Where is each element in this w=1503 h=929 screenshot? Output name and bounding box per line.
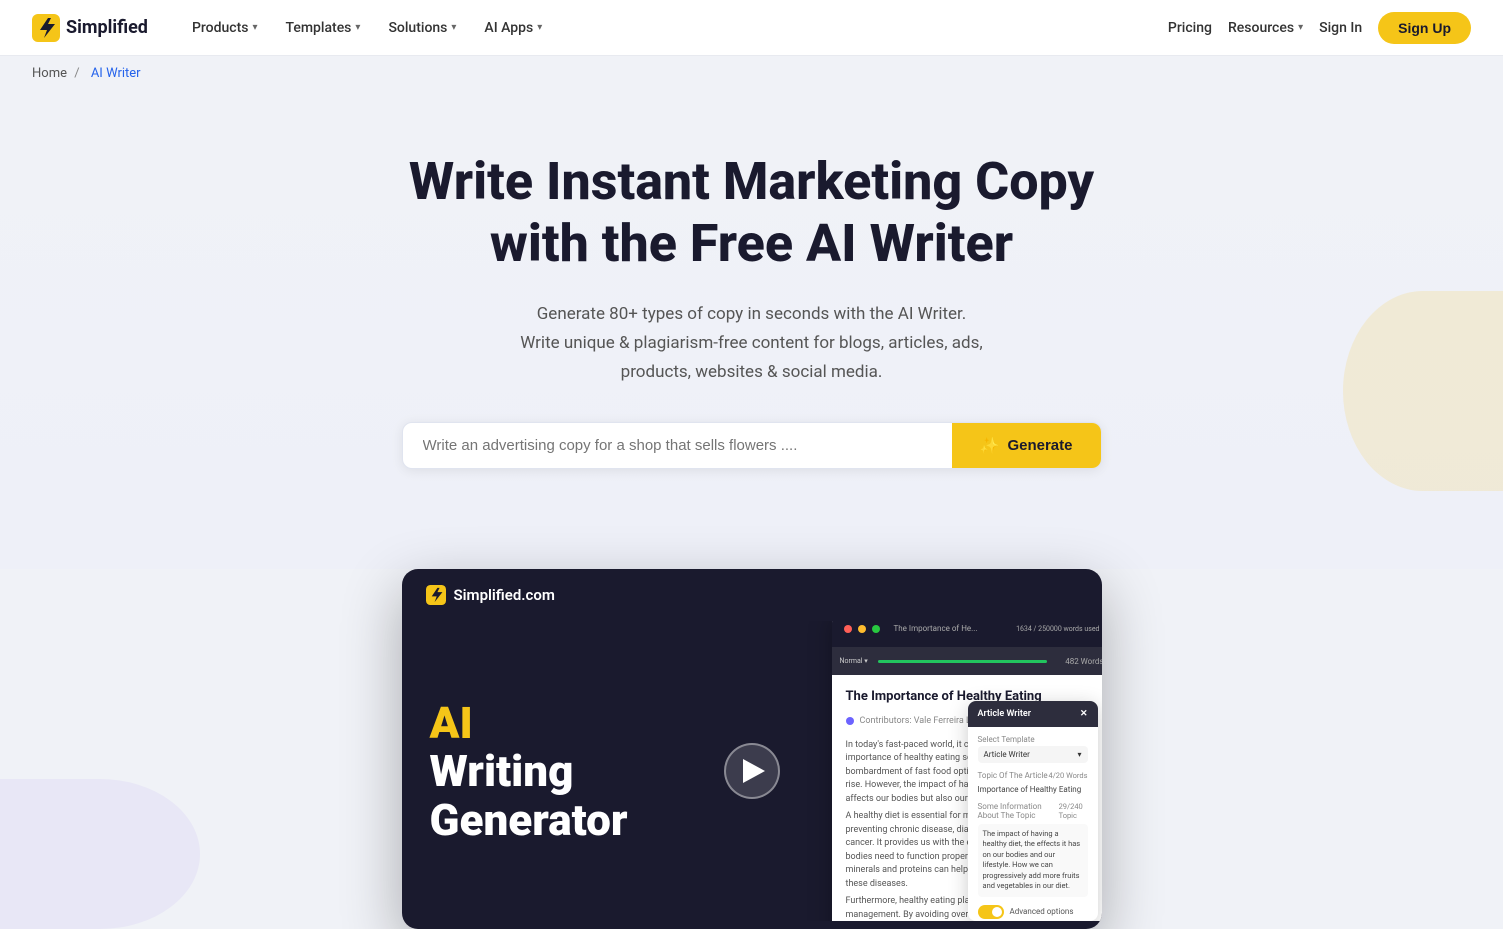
info-count: 29/240 Topic [1059, 802, 1088, 822]
progress-bar-filled [878, 660, 1047, 663]
breadcrumb-home[interactable]: Home [32, 66, 67, 81]
nav-right: Pricing Resources ▾ Sign In Sign Up [1168, 12, 1471, 44]
info-label: Some Information About The Topic [978, 802, 1059, 820]
video-section: Simplified.com AI Writing Generator [0, 569, 1503, 929]
nav-products[interactable]: Products ▾ [180, 12, 270, 44]
template-select[interactable]: Article Writer ▾ [978, 746, 1088, 763]
video-generator-label: Generator [430, 796, 764, 844]
logo-icon [32, 14, 60, 42]
topic-count: 4/20 Words [1049, 771, 1088, 782]
signin-button[interactable]: Sign In [1319, 20, 1362, 36]
topic-label: Topic Of The Article [978, 771, 1048, 780]
formatting-toolbar: Normal ▾ 482 Words [832, 647, 1102, 675]
video-logo-area: Simplified.com [426, 585, 555, 605]
breadcrumb-current: AI Writer [91, 66, 141, 81]
toggle-circle [992, 907, 1002, 917]
generate-button[interactable]: ✨ Generate [952, 423, 1101, 468]
panel-title-small: The Importance of He... [894, 624, 1011, 633]
video-writing-label: Writing [430, 747, 764, 795]
word-count-badge: 482 Words [1065, 657, 1101, 666]
select-chevron-icon: ▾ [1077, 750, 1081, 759]
breadcrumb: Home / AI Writer [0, 56, 1503, 91]
nav-ai-apps[interactable]: AI Apps ▾ [472, 12, 554, 44]
video-ai-label: AI [430, 699, 764, 747]
topic-field-header: Topic Of The Article 4/20 Words [978, 771, 1088, 782]
hero-subtitle: Generate 80+ types of copy in seconds wi… [472, 300, 1032, 387]
play-button[interactable] [724, 743, 780, 799]
video-content: AI Writing Generator [402, 621, 1102, 921]
play-triangle-icon [743, 759, 765, 783]
advanced-options-label: Advanced options [1010, 907, 1074, 916]
templates-chevron-icon: ▾ [355, 22, 360, 33]
nav-pricing[interactable]: Pricing [1168, 20, 1212, 36]
wand-icon: ✨ [980, 436, 1000, 456]
navbar: Simplified Products ▾ Templates ▾ Soluti… [0, 0, 1503, 56]
article-panel-toolbar-top: The Importance of He... 1634 / 250000 wo… [832, 621, 1102, 647]
template-label: Select Template [978, 735, 1088, 744]
minimize-dot [858, 625, 866, 633]
topic-value: Importance of Healthy Eating [978, 784, 1088, 795]
video-card: Simplified.com AI Writing Generator [402, 569, 1102, 929]
side-panel-body: Select Template Article Writer ▾ Topic O… [968, 727, 1098, 921]
side-panel: Article Writer ✕ Select Template Article… [968, 701, 1098, 921]
hero-section: Write Instant Marketing Copy with the Fr… [0, 91, 1503, 569]
video-mockup-right: The Importance of He... 1634 / 250000 wo… [792, 621, 1102, 921]
close-dot [844, 625, 852, 633]
nav-solutions[interactable]: Solutions ▾ [376, 12, 468, 44]
close-icon: ✕ [1080, 709, 1088, 719]
info-field-header: Some Information About The Topic 29/240 … [978, 802, 1088, 822]
side-panel-header: Article Writer ✕ [968, 701, 1098, 727]
logo-text: Simplified [66, 17, 148, 38]
video-logo-icon [426, 585, 446, 605]
nav-resources[interactable]: Resources ▾ [1228, 20, 1303, 36]
prompt-input[interactable] [403, 423, 952, 468]
info-textarea[interactable]: The impact of having a healthy diet, the… [978, 824, 1088, 897]
resources-chevron-icon: ▾ [1298, 22, 1303, 33]
video-header: Simplified.com [402, 569, 1102, 621]
page-wrapper: Write Instant Marketing Copy with the Fr… [0, 91, 1503, 929]
logo-link[interactable]: Simplified [32, 14, 148, 42]
solutions-chevron-icon: ▾ [451, 22, 456, 33]
breadcrumb-separator: / [74, 66, 79, 81]
products-chevron-icon: ▾ [252, 22, 257, 33]
search-bar: ✨ Generate [402, 422, 1102, 469]
hero-title: Write Instant Marketing Copy with the Fr… [372, 151, 1132, 276]
video-logo-text: Simplified.com [454, 586, 555, 604]
author-dot [846, 717, 854, 725]
signup-button[interactable]: Sign Up [1378, 12, 1471, 44]
video-text-left: AI Writing Generator [402, 621, 792, 921]
toggle-pill[interactable] [978, 905, 1004, 919]
word-counter: 1634 / 250000 words used [1016, 625, 1099, 633]
ai-apps-chevron-icon: ▾ [537, 22, 542, 33]
nav-links: Products ▾ Templates ▾ Solutions ▾ AI Ap… [180, 12, 1168, 44]
maximize-dot [872, 625, 880, 633]
advanced-options-toggle[interactable]: Advanced options [978, 905, 1088, 919]
nav-templates[interactable]: Templates ▾ [273, 12, 372, 44]
